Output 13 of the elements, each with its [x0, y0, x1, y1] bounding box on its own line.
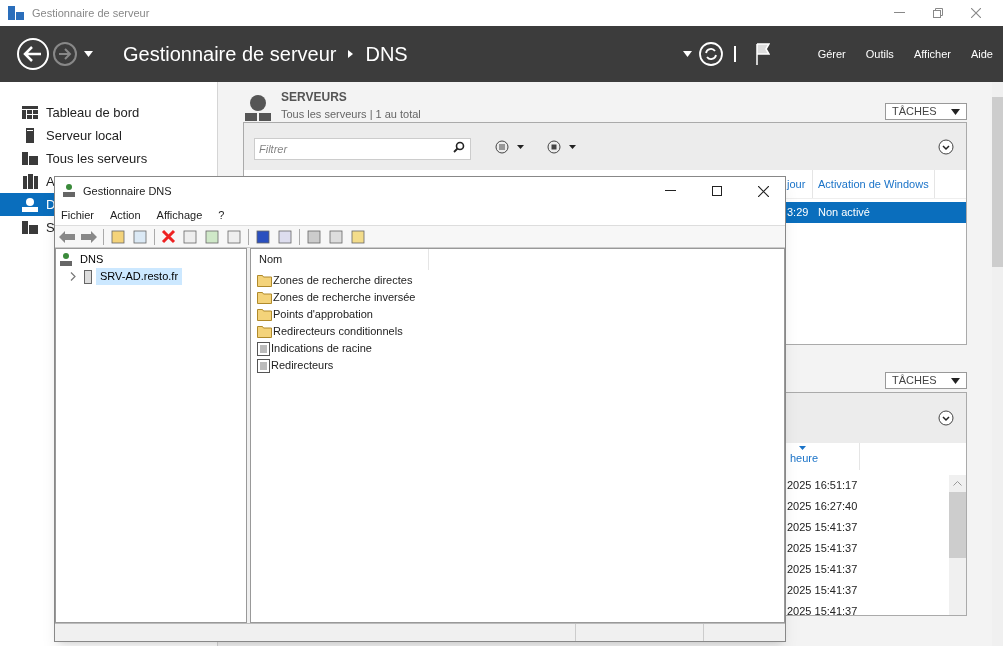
section-subtitle: Tous les serveurs | 1 au total: [281, 107, 421, 122]
table-cell-text: 2025 15:41:37: [787, 583, 859, 598]
table-cell-text: 2025 15:41:37: [787, 604, 859, 619]
table-cell-text: 2025 15:41:37: [787, 562, 859, 577]
window-title: Gestionnaire DNS: [83, 183, 172, 199]
table-cell-text: 2025 16:27:40: [787, 499, 859, 514]
table-cell-text: Non activé: [817, 205, 871, 221]
table-cell-text: 3:29: [787, 205, 810, 221]
table-cell-text: 2025 15:41:37: [787, 541, 859, 556]
section-title: SERVEURS: [281, 89, 348, 106]
window-title: Gestionnaire de serveur: [32, 5, 150, 21]
table-cell-text: 2025 16:51:17: [787, 478, 859, 493]
table-cell-text: 2025 15:41:37: [787, 520, 859, 535]
